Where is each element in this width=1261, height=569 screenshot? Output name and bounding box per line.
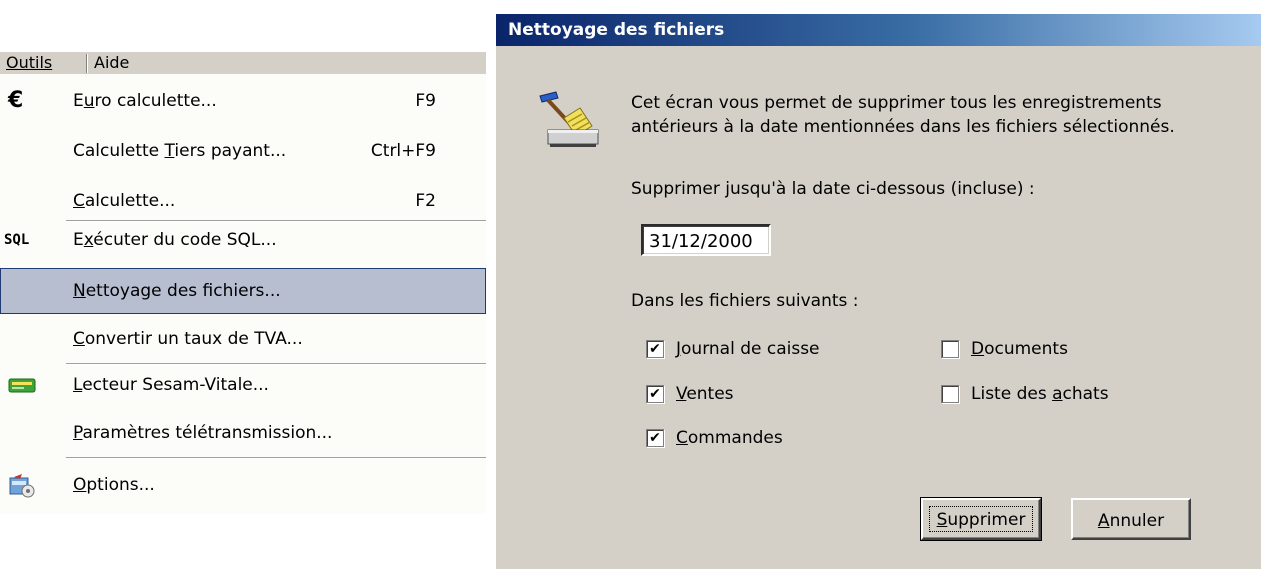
supprimer-button[interactable]: Supprimer: [920, 497, 1042, 541]
checkbox-box[interactable]: ✔: [646, 340, 664, 358]
sql-icon: SQL: [4, 232, 30, 248]
checkbox-label: Ventes: [676, 384, 734, 404]
menu-item-label: Nettoyage des fichiers...: [73, 281, 281, 301]
checkbox-box[interactable]: [941, 340, 959, 358]
outils-dropdown-menu: € Euro calculette... F9 Calculette Tiers…: [0, 74, 486, 514]
menu-item-label: Calculette Tiers payant...: [73, 141, 287, 161]
card-reader-icon: [8, 373, 36, 397]
checkbox-box[interactable]: ✔: [646, 429, 664, 447]
menu-item-label: Exécuter du code SQL...: [73, 230, 277, 250]
menu-item-options[interactable]: Options...: [0, 462, 486, 508]
focus-rectangle: Supprimer: [929, 506, 1033, 532]
menu-item-convertir-tva[interactable]: Convertir un taux de TVA...: [0, 316, 486, 362]
menu-item-euro-calculette[interactable]: € Euro calculette... F9: [0, 78, 486, 124]
menu-item-label: Euro calculette...: [73, 91, 217, 111]
nettoyage-dialog: Nettoyage des fichiers Cet écran vous pe…: [496, 14, 1261, 569]
menu-outils-text: Outils: [6, 53, 53, 72]
date-label: Supprimer jusqu'à la date ci-dessous (in…: [631, 179, 1035, 199]
checkbox-box[interactable]: [941, 385, 959, 403]
annuler-label: Annuler: [1097, 511, 1165, 531]
broom-cleanup-icon: [534, 86, 602, 150]
checkbox-label: Journal de caisse: [676, 339, 820, 359]
menu-aide-label: Aide: [94, 53, 130, 72]
menu-separator: [66, 457, 486, 459]
menu-item-shortcut: Ctrl+F9: [370, 141, 436, 161]
menu-aide[interactable]: Aide: [88, 52, 135, 74]
files-label: Dans les fichiers suivants :: [631, 291, 859, 311]
menu-item-label: Convertir un taux de TVA...: [73, 329, 303, 349]
dialog-description-line2: antérieurs à la date mentionnées dans le…: [631, 117, 1175, 137]
menu-item-calculette-tiers-payant[interactable]: Calculette Tiers payant... Ctrl+F9: [0, 128, 486, 174]
menu-item-executer-sql[interactable]: SQL Exécuter du code SQL...: [0, 217, 486, 263]
menu-item-nettoyage-fichiers[interactable]: Nettoyage des fichiers...: [0, 268, 486, 314]
dialog-title-bar: Nettoyage des fichiers: [496, 14, 1261, 46]
dialog-title: Nettoyage des fichiers: [508, 20, 725, 40]
checkbox-label: Commandes: [676, 428, 783, 448]
options-icon: [8, 473, 36, 498]
checkbox-box[interactable]: ✔: [646, 385, 664, 403]
checkbox-label: Documents: [971, 339, 1068, 359]
date-input[interactable]: 31/12/2000: [641, 224, 771, 256]
menu-item-label: Paramètres télétransmission...: [73, 423, 333, 443]
menu-item-label: Lecteur Sesam-Vitale...: [73, 375, 269, 395]
menu-outils[interactable]: Outils: [0, 52, 58, 74]
menu-outils-label: Outils: [6, 53, 52, 72]
checkbox-label: Liste des achats: [971, 384, 1109, 404]
menu-item-lecteur-sesam-vitale[interactable]: Lecteur Sesam-Vitale...: [0, 362, 486, 408]
menu-item-shortcut: F9: [415, 91, 436, 111]
annuler-button[interactable]: Annuler: [1071, 498, 1191, 540]
menu-item-label: Options...: [73, 475, 155, 495]
menu-bar: Outils Aide: [0, 52, 486, 75]
menu-item-parametres-teletransmission[interactable]: Paramètres télétransmission...: [0, 410, 486, 456]
euro-icon: €: [8, 88, 24, 113]
dialog-description-line1: Cet écran vous permet de supprimer tous …: [631, 93, 1162, 113]
